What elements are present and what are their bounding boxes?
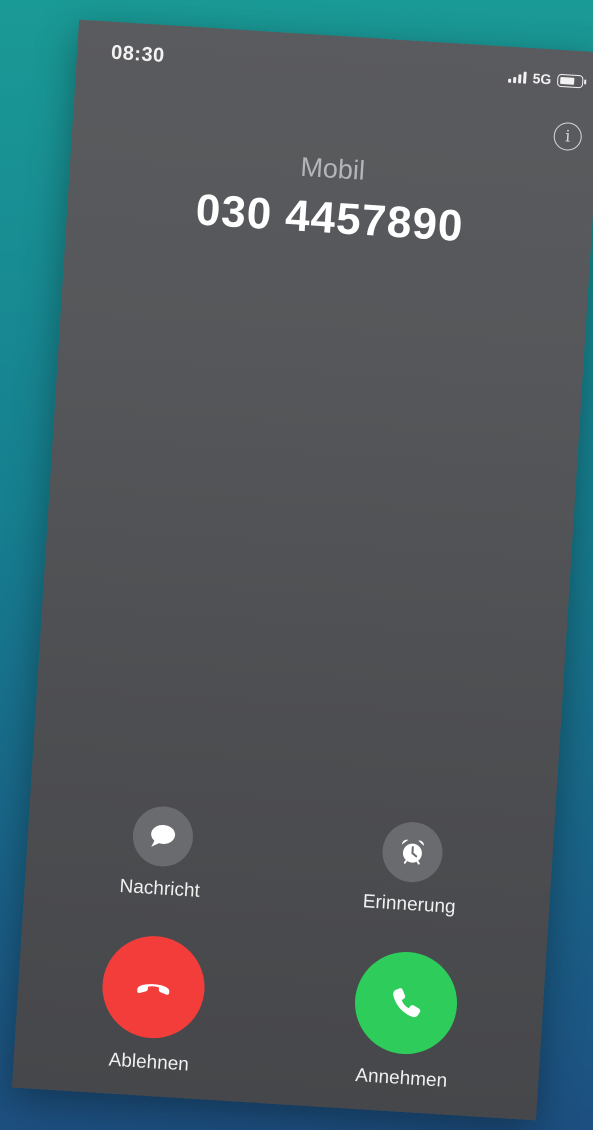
message-button[interactable]: Nachricht xyxy=(84,802,240,905)
accept-label: Annehmen xyxy=(354,1065,448,1092)
accept-circle[interactable] xyxy=(351,948,461,1058)
message-label: Nachricht xyxy=(118,875,201,902)
reminder-label: Erinnerung xyxy=(362,891,457,918)
status-time: 08:30 xyxy=(110,41,166,67)
reminder-circle[interactable] xyxy=(380,820,445,884)
incoming-call-screen: 08:30 5G i Mobil 030 4457890 Nachricht E… xyxy=(11,19,593,1121)
phone-hangup-icon xyxy=(137,984,170,995)
decline-circle[interactable] xyxy=(99,933,208,1042)
message-bubble-icon xyxy=(151,824,176,847)
message-circle[interactable] xyxy=(131,804,195,869)
signal-bars-icon xyxy=(508,71,528,84)
battery-icon xyxy=(556,73,584,88)
decline-button[interactable]: Ablehnen xyxy=(68,931,236,1079)
decline-label: Ablehnen xyxy=(108,1049,190,1076)
reminder-button[interactable]: Erinnerung xyxy=(334,817,490,920)
status-indicators: 5G xyxy=(508,69,584,90)
alarm-clock-icon xyxy=(401,839,424,865)
info-icon[interactable]: i xyxy=(552,121,583,152)
accept-button[interactable]: Annehmen xyxy=(321,947,489,1095)
network-type: 5G xyxy=(532,70,552,88)
phone-icon xyxy=(393,988,421,1018)
